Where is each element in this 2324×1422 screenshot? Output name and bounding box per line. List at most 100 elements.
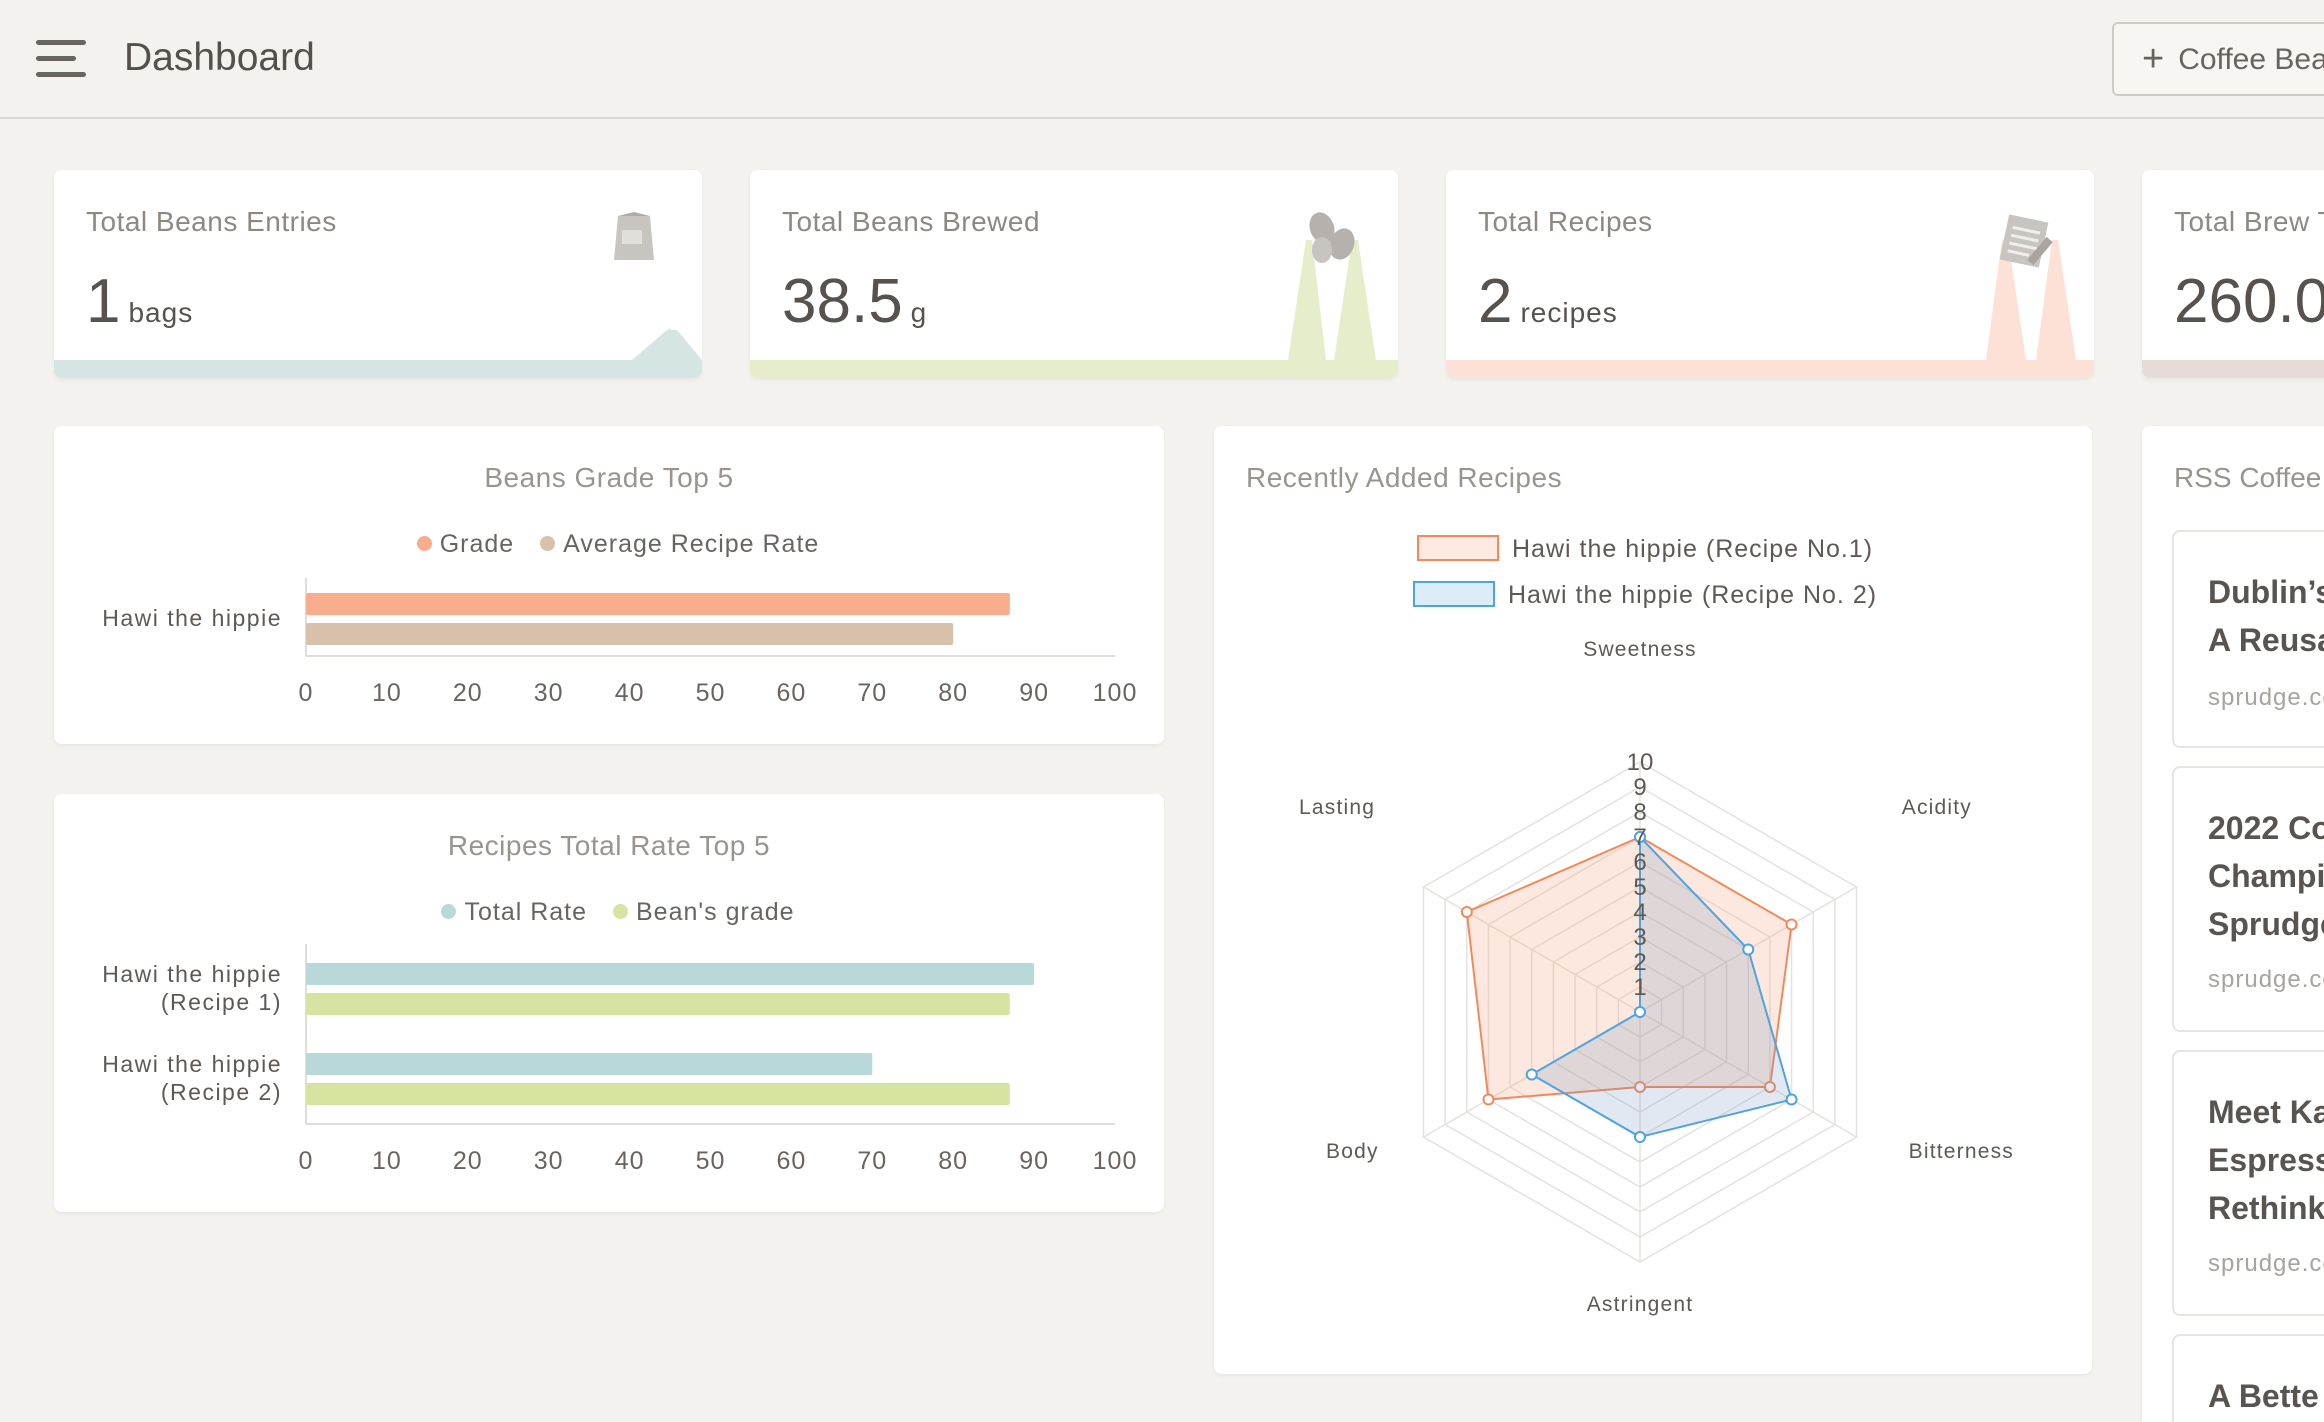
recipes-rate-bar-chart: 0 10 20 30 40 50 60 70 80 90 100Hawi the hippie(Re… [102,944,1138,1175]
rss-item-title: A Bette [2208,1378,2319,1414]
stat-stripe [2142,360,2324,378]
x-tick-label: 30 [534,1147,564,1175]
x-tick-label: 20 [453,679,483,707]
add-button-label: Coffee Beans [2178,43,2324,76]
stat-stripe [750,360,1398,378]
bar-average-recipe-rate[interactable] [306,623,954,645]
radar-tick-label: 7 [1633,824,1646,851]
radar-axis-label: Lasting [1299,796,1375,819]
x-tick-label: 90 [1019,1147,1049,1175]
rss-item-title: Dublin’s A Reusa [2208,574,2324,658]
radar-point[interactable] [1634,1006,1646,1018]
stat-value: 1 bags [86,266,193,337]
radar-tick-label: 8 [1633,799,1646,826]
notepad-icon [1999,214,2053,268]
radar-point[interactable] [1525,1068,1538,1081]
rss-item-source: sprudge.com [2208,1250,2324,1277]
radar-axis-label: Acidity [1902,796,1972,819]
stat-number: 260.0 [2174,267,2324,336]
bar-grade[interactable] [306,593,1010,615]
menu-icon[interactable] [36,38,86,82]
radar-tick-label: 3 [1633,924,1646,951]
radar-point[interactable] [1785,1093,1798,1106]
x-tick-label: 0 [299,679,314,707]
radar-point[interactable] [1634,1131,1646,1143]
radar-point[interactable] [1742,943,1755,956]
recipes-rate-card: Recipes Total Rate Top 5 Total Rate Bean… [54,794,1164,1212]
rss-item-source: sprudge.com [2208,684,2324,711]
x-tick-label: 50 [696,679,726,707]
stat-label: Total Beans Entries [86,206,337,237]
legend-swatch[interactable] [1413,581,1495,607]
add-coffee-beans-button[interactable]: + Coffee Beans [2112,22,2324,96]
stat-card-beans-brewed: Total Beans Brewed 38.5 g [750,170,1398,378]
rss-item[interactable]: Dublin’sA Reusa sprudge.com [2172,530,2324,748]
beans-grade-bar-chart: 0 10 20 30 40 50 60 70 80 90 100 Hawi the hippie [102,578,1136,707]
radar-tick-label: 2 [1633,949,1646,976]
coffee-beans-icon [1309,212,1355,263]
stat-value: 2 recipes [1478,266,1618,337]
category-label: Hawi the hippie [102,605,282,631]
plus-icon: + [2142,38,2165,80]
x-tick-label: 20 [453,1147,483,1175]
rss-item[interactable]: A Bette [2172,1334,2324,1422]
x-tick-label: 10 [372,1147,402,1175]
legend-label[interactable]: Hawi the hippie (Recipe No. 2) [1508,581,1877,609]
app-header: Dashboard + Coffee Beans [0,0,2324,119]
radar-axis-label: Sweetness [1583,638,1697,661]
recent-recipes-card: Recently Added Recipes 1 2 3 4 5 6 7 8 9 10 Sweetn… [1214,426,2092,1374]
rss-item[interactable]: Meet KaEspressRethink sprudge.com [2172,1050,2324,1316]
category-label: Hawi the hippie [102,1051,282,1077]
bar-total-rate[interactable] [306,1053,873,1075]
legend-swatch[interactable] [1417,535,1499,561]
radar-tick-label: 1 [1633,974,1646,1001]
x-tick-label: 90 [1019,679,1049,707]
x-tick-label: 0 [299,1147,314,1175]
x-tick-label: 60 [776,1147,806,1175]
stat-value: 38.5 g [782,266,927,337]
beans-grade-card: Beans Grade Top 5 Grade Average Recipe R… [54,426,1164,744]
x-tick-label: 60 [776,679,806,707]
bar-bean-s-grade[interactable] [306,993,1010,1015]
x-tick-label: 80 [938,679,968,707]
radar-tick-label: 9 [1633,774,1646,801]
radar-point[interactable] [1785,918,1798,931]
radar-tick-label: 10 [1627,749,1654,776]
x-tick-label: 100 [1093,1147,1138,1175]
radar-point[interactable] [1460,906,1473,918]
radar-tick-label: 5 [1633,874,1646,901]
stat-card-total-brew: Total Brew Time 260.0 [2142,170,2324,378]
spike-decoration [632,328,702,360]
radar-tick-label: 6 [1633,849,1646,876]
stat-unit: g [910,297,928,328]
radar-axis-label: Bitterness [1909,1140,2014,1163]
rss-item[interactable]: 2022 CoChampiSprudge sprudge.com [2172,766,2324,1032]
x-tick-label: 10 [372,679,402,707]
radar-axis-label: Body [1326,1140,1379,1163]
stat-card-beans-entries: Total Beans Entries 1 bags [54,170,702,378]
bar-bean-s-grade[interactable] [306,1083,1010,1105]
page-title: Dashboard [124,36,315,79]
stat-number: 38.5 [782,267,903,336]
radar-point[interactable] [1482,1093,1495,1106]
x-tick-label: 70 [857,1147,887,1175]
coffee-bag-icon [614,212,654,260]
rss-item-title: 2022 CoChampiSprudge [2208,810,2324,942]
category-label: Hawi the hippie [102,961,282,987]
rss-item-title: Meet Ka Espress Rethink [2208,1094,2324,1226]
stat-unit: bags [128,297,194,328]
stat-unit: recipes [1520,297,1618,328]
rss-card: RSS Coffee News Dublin’sA Reusa sprudge.… [2142,426,2324,1422]
stat-card-total-recipes: Total Recipes 2 recipes [1446,170,2094,378]
stat-stripe [54,360,702,378]
x-tick-label: 50 [696,1147,726,1175]
bar-total-rate[interactable] [306,963,1035,985]
stat-number: 1 [86,267,121,336]
stat-value: 260.0 [2174,266,2324,337]
legend-label[interactable]: Hawi the hippie (Recipe No.1) [1512,535,1873,563]
x-tick-label: 40 [615,679,645,707]
radar-axis-label: Astringent [1587,1293,1694,1316]
category-label: (Recipe 2) [161,1079,282,1105]
stat-stripe [1446,360,2094,378]
category-label: (Recipe 1) [161,989,282,1015]
